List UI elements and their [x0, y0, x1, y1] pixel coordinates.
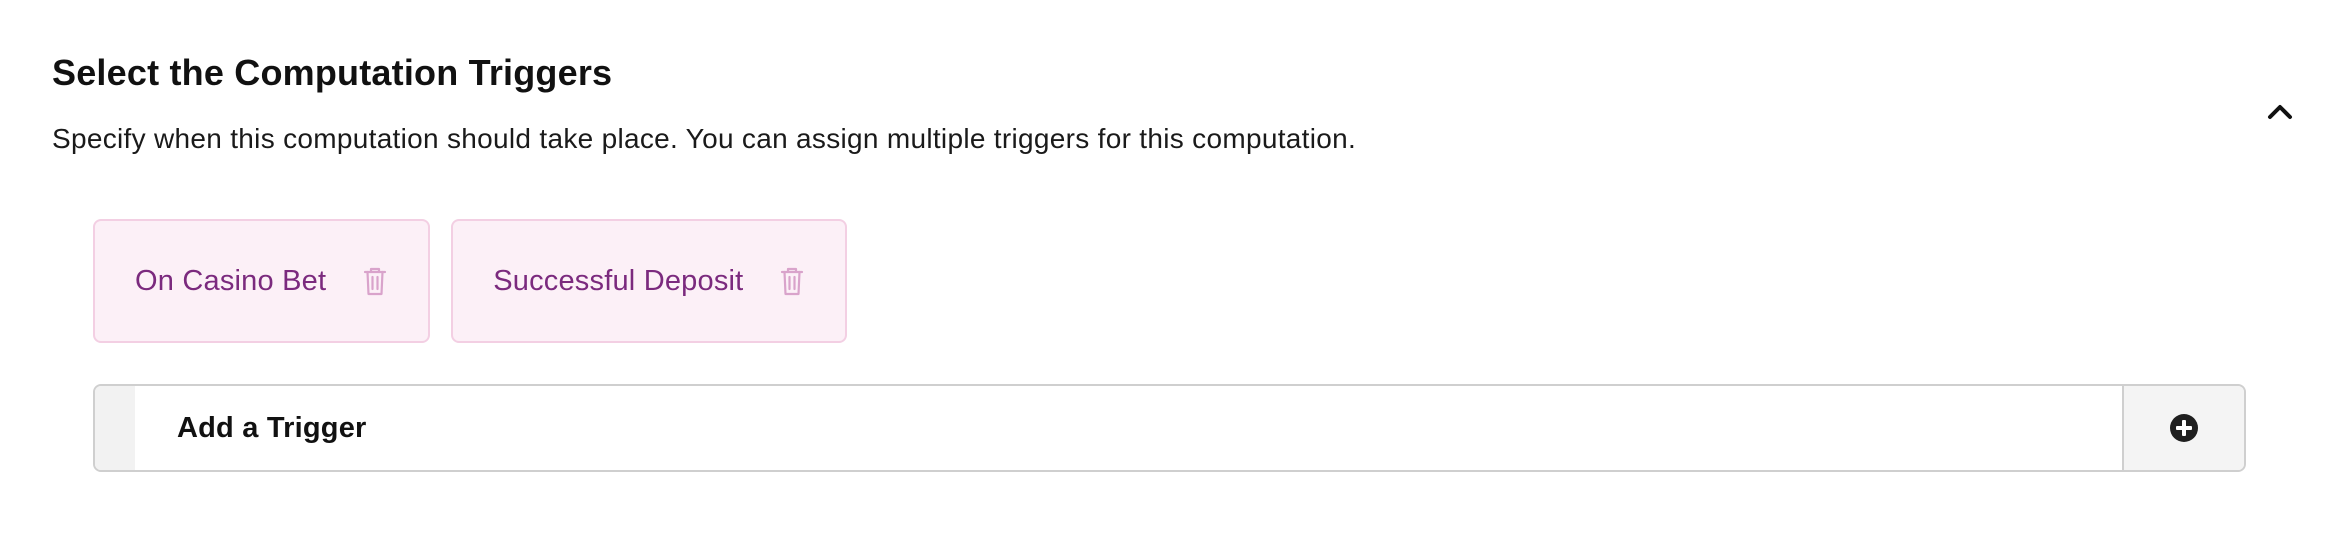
add-trigger-strip: [95, 386, 135, 470]
plus-circle-icon: [2170, 414, 2198, 442]
add-trigger-field[interactable]: Add a Trigger: [135, 386, 2122, 470]
add-trigger-button[interactable]: [2122, 386, 2244, 470]
computation-triggers-section: Select the Computation Triggers Specify …: [0, 0, 2340, 546]
trigger-chip-label: Successful Deposit: [493, 264, 744, 297]
trigger-chip-label: On Casino Bet: [135, 264, 327, 297]
collapse-button[interactable]: [2262, 96, 2298, 126]
add-trigger-select[interactable]: Add a Trigger: [93, 384, 2246, 472]
trash-icon: [364, 267, 387, 296]
chevron-up-icon: [2268, 105, 2292, 119]
trigger-delete-button[interactable]: [779, 265, 805, 297]
section-description: Specify when this computation should tak…: [52, 123, 1357, 154]
trash-icon: [781, 267, 804, 296]
add-trigger-label: Add a Trigger: [177, 411, 367, 444]
trigger-chip: On Casino Bet: [93, 219, 431, 343]
trigger-delete-button[interactable]: [362, 265, 388, 297]
section-title: Select the Computation Triggers: [52, 52, 613, 93]
selected-triggers-list: On Casino Bet Successful Deposit: [93, 219, 848, 343]
trigger-chip: Successful Deposit: [451, 219, 848, 343]
